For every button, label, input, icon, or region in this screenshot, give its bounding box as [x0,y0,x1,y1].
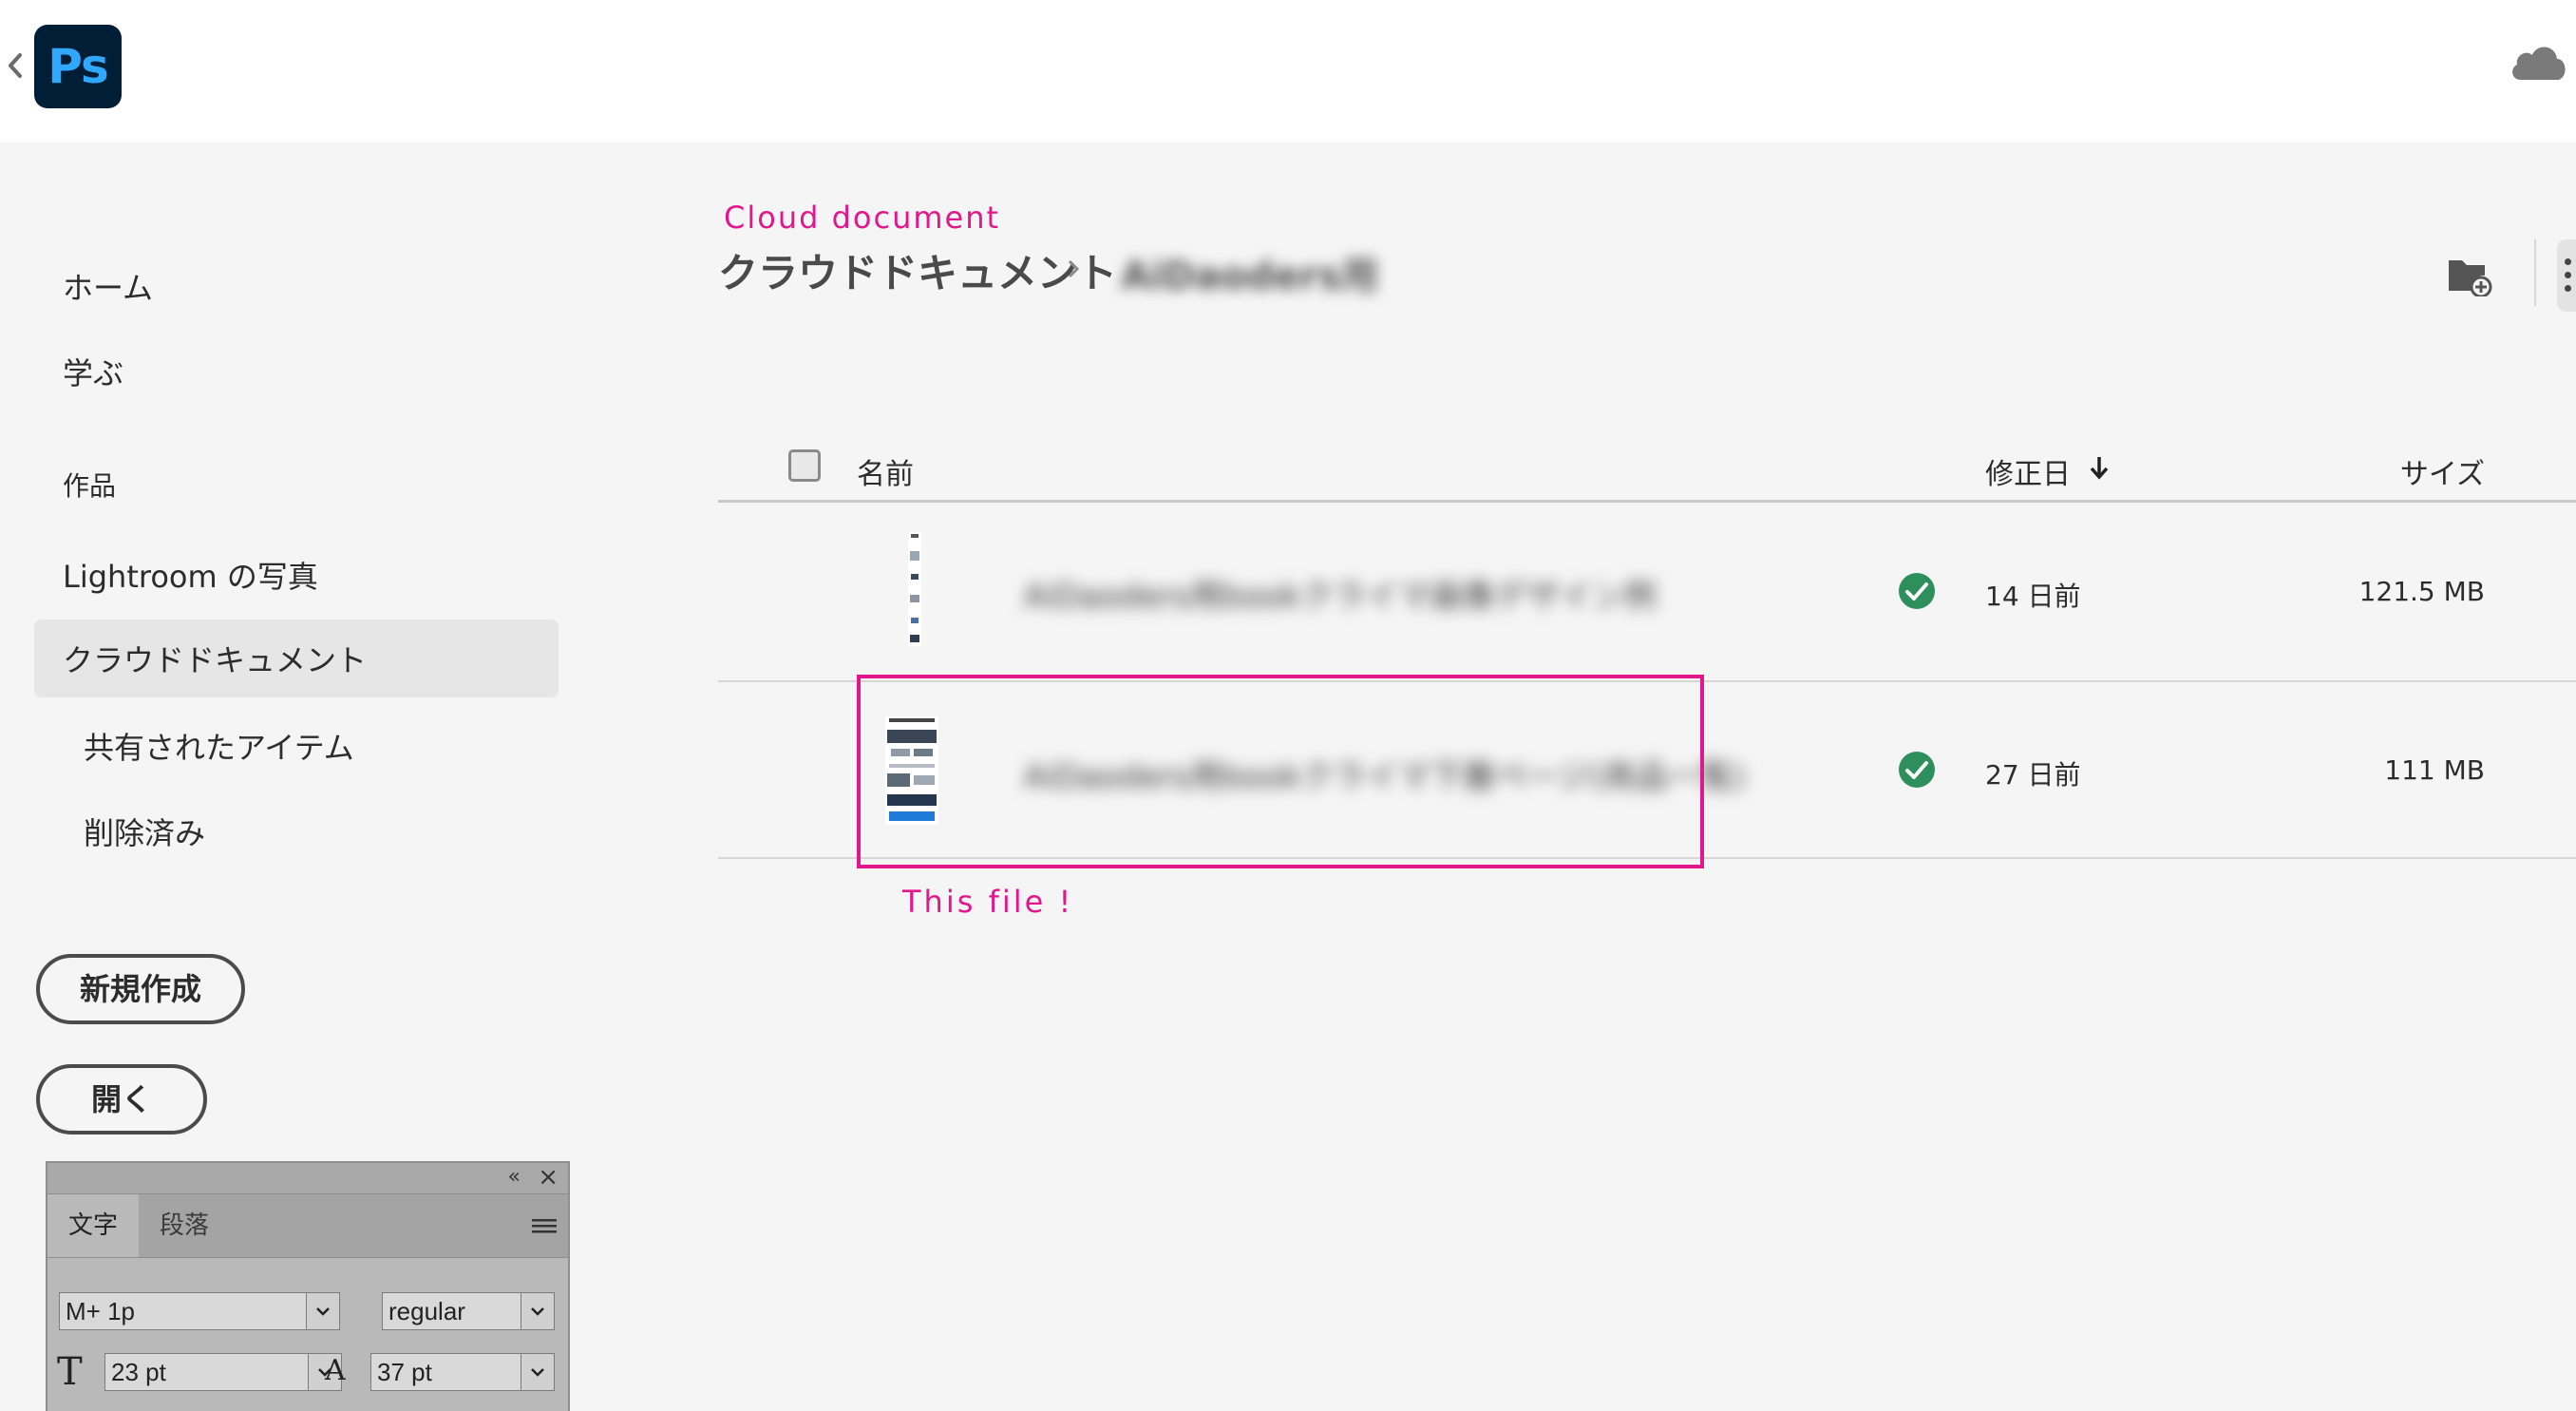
open-button[interactable]: 開く [36,1064,207,1135]
tab-character[interactable]: 文字 [47,1194,139,1257]
font-family-value: M+ 1p [66,1297,135,1325]
sidebar-item-deleted[interactable]: 削除済み [84,810,205,853]
panel-menu-icon[interactable] [532,1217,557,1236]
close-icon[interactable]: × [538,1163,559,1192]
breadcrumb-root[interactable]: クラウドドキュメント [718,241,1117,299]
file-size: 121.5 MB [2358,576,2485,607]
column-header-modified[interactable]: 修正日 [1985,450,2071,492]
new-button[interactable]: 新規作成 [36,954,245,1024]
more-options-button[interactable] [2557,239,2576,312]
select-all-checkbox[interactable] [788,449,821,482]
this-file-annotation: This file ! [902,884,1074,920]
font-family-select[interactable]: M+ 1p [59,1292,340,1330]
column-header-name[interactable]: 名前 [857,450,914,492]
font-size-value: 23 pt [111,1358,166,1386]
header-divider [718,500,2576,503]
font-style-value: regular [388,1297,465,1325]
leading-icon: A [325,1354,346,1387]
synced-check-icon [1899,573,1935,609]
column-header-size[interactable]: サイズ [2400,450,2485,492]
chevron-right-icon [1068,259,1080,278]
sidebar-item-cloud-documents[interactable]: クラウドドキュメント [63,637,367,680]
top-bar: Ps [0,0,2576,143]
new-folder-icon[interactable] [2447,255,2492,296]
toolbar-divider [2534,239,2536,306]
panel-tabs: 文字 段落 [47,1194,568,1258]
character-panel: « × 文字 段落 M+ 1p regular T 23 pt A 37 pt [46,1161,570,1411]
collapse-icon[interactable]: « [508,1165,521,1189]
arrow-down-icon[interactable] [2088,454,2111,481]
breadcrumb-folder: AiDaoders用 [1121,255,1379,298]
font-size-icon: T [57,1350,83,1394]
chevron-down-icon[interactable] [521,1293,554,1329]
highlight-annotation-box [857,675,1704,868]
leading-value: 37 pt [377,1358,432,1386]
file-size: 111 MB [2384,754,2485,786]
modified-date: 27 日前 [1985,759,2081,791]
cloud-icon[interactable] [2508,38,2568,86]
file-thumbnail [908,532,921,646]
cloud-document-annotation: Cloud document [724,200,1001,236]
photoshop-logo[interactable]: Ps [34,25,122,108]
file-name[interactable]: AiDaoders用bookクライマ画像デザイン例 [1024,570,1657,617]
sidebar-item-home[interactable]: ホーム [63,264,153,308]
leading-select[interactable]: 37 pt [370,1353,555,1391]
tab-paragraph[interactable]: 段落 [139,1194,230,1257]
chevron-left-icon[interactable] [3,51,28,80]
sidebar-section-works: 作品 [63,470,117,502]
modified-date: 14 日前 [1985,581,2081,612]
synced-check-icon [1899,752,1935,788]
chevron-down-icon[interactable] [521,1354,554,1390]
sidebar-item-lightroom[interactable]: Lightroom の写真 [63,553,318,597]
font-style-select[interactable]: regular [382,1292,555,1330]
sidebar-item-learn[interactable]: 学ぶ [63,350,123,393]
panel-titlebar[interactable]: « × [47,1163,568,1194]
sidebar-item-shared[interactable]: 共有されたアイテム [84,724,354,768]
chevron-down-icon[interactable] [306,1293,339,1329]
font-size-select[interactable]: 23 pt [104,1353,342,1391]
